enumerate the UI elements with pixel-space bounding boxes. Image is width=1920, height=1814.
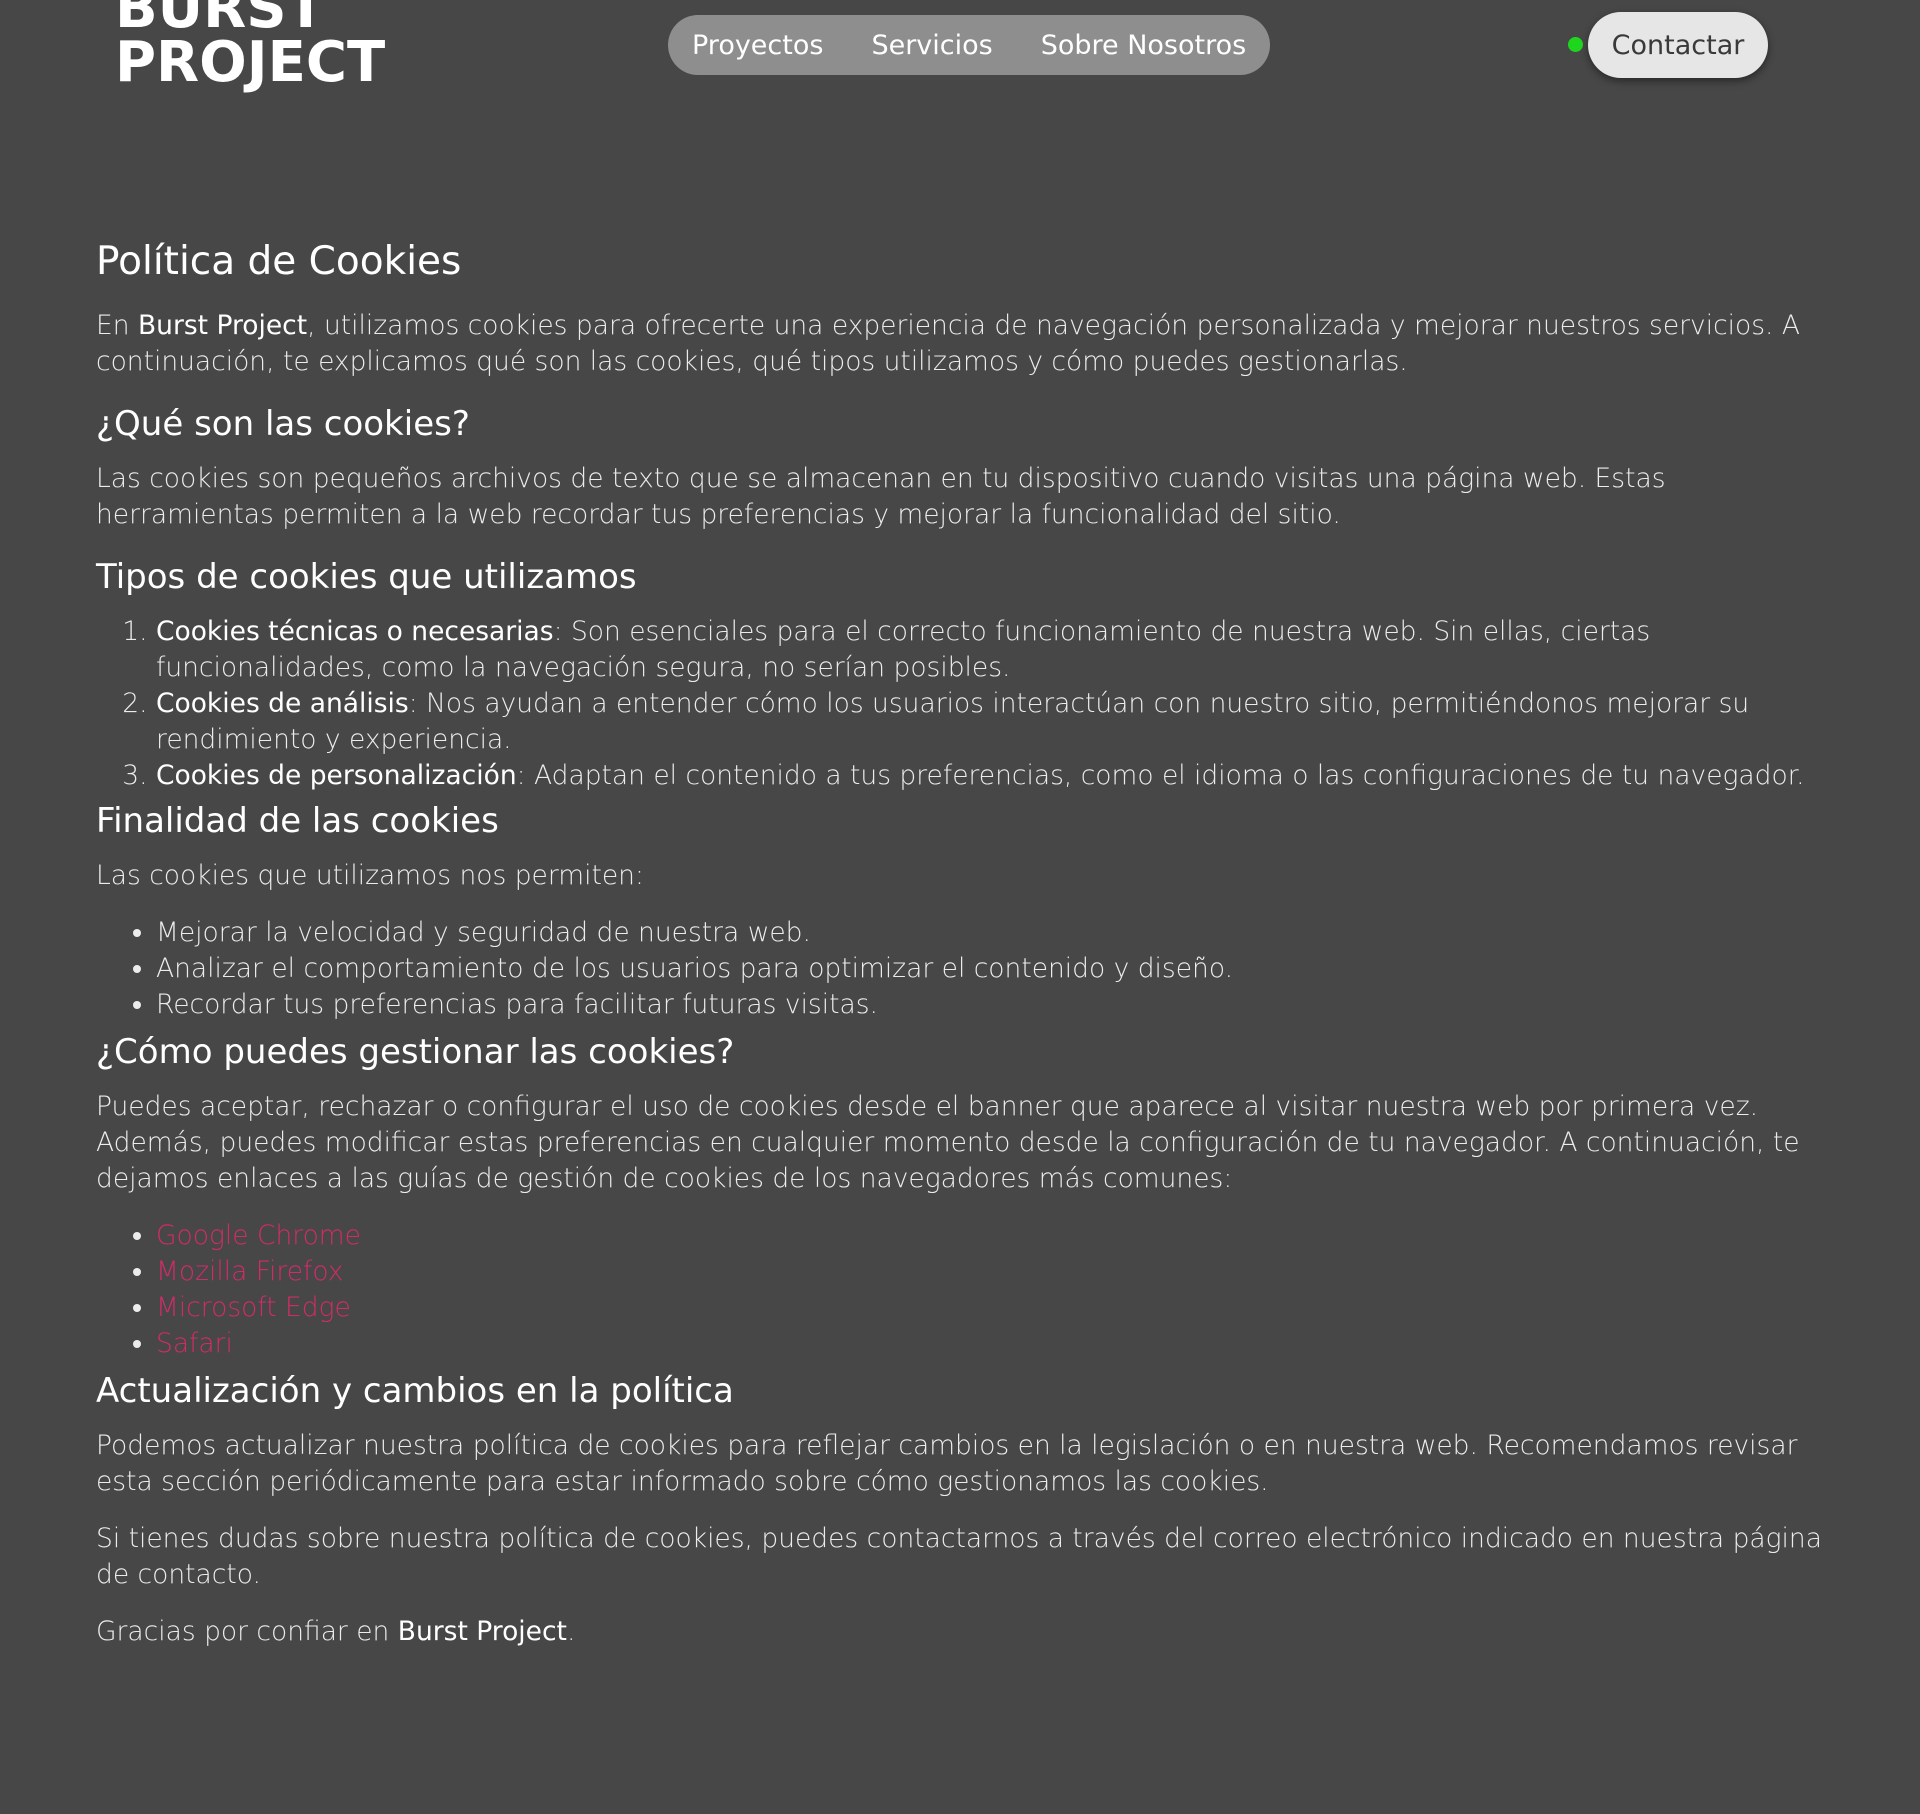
cookie-types-list: Cookies técnicas o necesarias: Son esenc… <box>96 614 1826 794</box>
purpose-item: Mejorar la velocidad y seguridad de nues… <box>156 915 1826 951</box>
thanks-post: . <box>566 1616 576 1647</box>
browser-link-item: Google Chrome <box>156 1218 1826 1254</box>
nav-link-sobre-nosotros[interactable]: Sobre Nosotros <box>1041 30 1246 61</box>
main-nav: Proyectos Servicios Sobre Nosotros <box>668 15 1271 75</box>
link-microsoft-edge[interactable]: Microsoft Edge <box>156 1292 351 1323</box>
section-text-purpose: Las cookies que utilizamos nos permiten: <box>96 860 644 891</box>
thanks-paragraph: Gracias por confiar en Burst Project. <box>96 1614 1826 1650</box>
section-title-manage-cookies: ¿Cómo puedes gestionar las cookies? <box>96 1032 735 1072</box>
cookie-type-item: Cookies técnicas o necesarias: Son esenc… <box>156 614 1826 686</box>
section-title-updates: Actualización y cambios en la política <box>96 1371 734 1411</box>
link-safari[interactable]: Safari <box>156 1328 233 1359</box>
site-logo[interactable]: BURST PROJECT <box>115 0 386 95</box>
section-text-contact: Si tienes dudas sobre nuestra política d… <box>96 1523 1822 1590</box>
cookie-type-item: Cookies de personalización: Adaptan el c… <box>156 758 1826 794</box>
cookie-type-label: Cookies de personalización <box>156 760 517 791</box>
purpose-item: Recordar tus preferencias para facilitar… <box>156 987 1826 1023</box>
thanks-pre: Gracias por confiar en <box>96 1616 398 1647</box>
purpose-list: Mejorar la velocidad y seguridad de nues… <box>96 915 1826 1023</box>
nav-link-proyectos[interactable]: Proyectos <box>692 30 823 61</box>
intro-paragraph: En Burst Project, utilizamos cookies par… <box>96 308 1826 380</box>
browser-links-list: Google Chrome Mozilla Firefox Microsoft … <box>96 1218 1826 1362</box>
section-title-purpose: Finalidad de las cookies <box>96 801 499 841</box>
purpose-item: Analizar el comportamiento de los usuari… <box>156 951 1826 987</box>
online-status-dot <box>1568 37 1583 52</box>
page-title: Política de Cookies <box>96 239 462 284</box>
browser-link-item: Safari <box>156 1326 1826 1362</box>
link-mozilla-firefox[interactable]: Mozilla Firefox <box>156 1256 343 1287</box>
intro-pre: En <box>96 310 138 341</box>
site-header: BURST PROJECT Proyectos Servicios Sobre … <box>0 0 1920 120</box>
thanks-brand: Burst Project <box>397 1616 567 1647</box>
section-text-manage-cookies: Puedes aceptar, rechazar o configurar el… <box>96 1091 1800 1194</box>
browser-link-item: Mozilla Firefox <box>156 1254 1826 1290</box>
section-title-what-are-cookies: ¿Qué son las cookies? <box>96 404 470 444</box>
intro-post: , utilizamos cookies para ofrecerte una … <box>96 310 1801 377</box>
cookie-policy-content: Política de Cookies En Burst Project, ut… <box>96 236 1826 1671</box>
cookie-type-label: Cookies técnicas o necesarias <box>156 616 554 647</box>
brand-name: Burst Project <box>137 310 308 341</box>
cookie-type-item: Cookies de análisis: Nos ayudan a entend… <box>156 686 1826 758</box>
nav-link-servicios[interactable]: Servicios <box>871 30 992 61</box>
cookie-type-label: Cookies de análisis <box>156 688 409 719</box>
link-google-chrome[interactable]: Google Chrome <box>156 1220 361 1251</box>
section-text-updates: Podemos actualizar nuestra política de c… <box>96 1430 1798 1497</box>
section-text-what-are-cookies: Las cookies son pequeños archivos de tex… <box>96 463 1666 530</box>
logo-line-2: PROJECT <box>115 30 386 95</box>
cookie-type-text: : Adaptan el contenido a tus preferencia… <box>516 760 1805 791</box>
contact-button[interactable]: Contactar <box>1588 12 1768 78</box>
section-title-cookie-types: Tipos de cookies que utilizamos <box>96 557 637 597</box>
browser-link-item: Microsoft Edge <box>156 1290 1826 1326</box>
